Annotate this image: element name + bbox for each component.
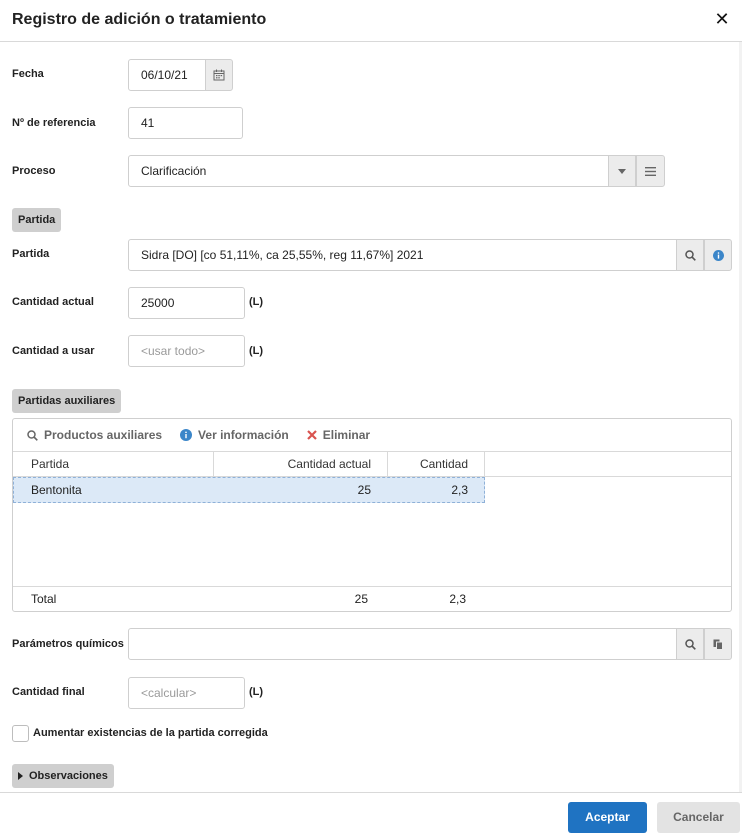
total-label: Total [31, 592, 57, 606]
proceso-dropdown-button[interactable] [608, 155, 636, 187]
cantidad-final-label: Cantidad final [12, 686, 85, 698]
aumentar-existencias-label: Aumentar existencias de la partida corre… [33, 727, 268, 739]
proceso-list-button[interactable] [636, 155, 665, 187]
column-header-partida[interactable]: Partida [13, 452, 214, 476]
proceso-label: Proceso [12, 165, 56, 177]
auxiliares-grid: Productos auxiliares Ver información Eli… [12, 418, 732, 612]
copy-icon [713, 639, 723, 650]
cantidad-final-input[interactable]: <calcular> [128, 677, 245, 709]
dialog-header: Registro de adición o tratamiento ✕ [0, 0, 742, 42]
cancel-button[interactable]: Cancelar [657, 802, 740, 833]
grid-header: Partida Cantidad actual Cantidad [13, 451, 731, 477]
dialog-footer: Aceptar Cancelar [0, 792, 742, 835]
info-icon [180, 429, 193, 441]
total-cantidad-actual: 25 [354, 592, 368, 606]
cantidad-final-unit: (L) [249, 686, 264, 698]
caret-right-icon [18, 772, 23, 780]
cell-partida: Bentonita [31, 483, 82, 497]
info-icon [712, 249, 724, 261]
close-icon[interactable]: ✕ [714, 9, 730, 29]
column-header-cantidad-actual[interactable]: Cantidad actual [214, 452, 388, 476]
ver-informacion-label: Ver información [198, 428, 289, 442]
ver-informacion-button[interactable]: Ver información [180, 428, 289, 442]
proceso-select[interactable]: Clarificación [128, 155, 609, 187]
cantidad-usar-unit: (L) [249, 345, 264, 357]
eliminar-button[interactable]: Eliminar [306, 428, 371, 442]
cantidad-usar-input[interactable]: <usar todo> [128, 335, 245, 367]
table-row[interactable]: Bentonita 25 2,3 [13, 477, 485, 503]
parametros-input[interactable] [128, 628, 677, 660]
productos-auxiliares-button[interactable]: Productos auxiliares [27, 428, 162, 442]
aumentar-existencias-checkbox[interactable] [12, 725, 29, 742]
referencia-label: Nº de referencia [12, 117, 96, 129]
auxiliares-section-header: Partidas auxiliares [12, 389, 122, 413]
accept-button[interactable]: Aceptar [568, 802, 647, 833]
parametros-label: Parámetros químicos [12, 638, 124, 650]
total-cantidad: 2,3 [449, 592, 466, 606]
cell-cantidad: 2,3 [451, 483, 468, 497]
dialog-title: Registro de adición o tratamiento [12, 11, 267, 28]
partida-search-button[interactable] [676, 239, 704, 271]
fecha-input[interactable]: 06/10/21 [128, 59, 206, 91]
cantidad-actual-label: Cantidad actual [12, 296, 94, 308]
productos-auxiliares-label: Productos auxiliares [44, 428, 163, 442]
cantidad-usar-label: Cantidad a usar [12, 345, 95, 357]
eliminar-label: Eliminar [322, 428, 371, 442]
grid-footer: Total 25 2,3 [13, 586, 731, 611]
parametros-search-button[interactable] [676, 628, 704, 660]
search-icon [684, 249, 696, 261]
fecha-label: Fecha [12, 68, 44, 80]
grid-toolbar: Productos auxiliares Ver información Eli… [13, 419, 731, 451]
cantidad-actual-unit: (L) [249, 296, 264, 308]
partida-section-header: Partida [12, 208, 62, 232]
partida-info-button[interactable] [704, 239, 732, 271]
cantidad-actual-input[interactable]: 25000 [128, 287, 245, 319]
search-icon [684, 638, 696, 650]
partida-label: Partida [12, 248, 50, 260]
search-icon [27, 429, 38, 441]
delete-x-icon [306, 430, 317, 440]
partida-input[interactable]: Sidra [DO] [co 51,11%, ca 25,55%, reg 11… [128, 239, 677, 271]
referencia-input[interactable]: 41 [128, 107, 243, 139]
calendar-button[interactable] [205, 59, 233, 91]
observaciones-section-header[interactable]: Observaciones [12, 764, 114, 788]
caret-down-icon [618, 168, 626, 174]
list-icon [645, 166, 656, 176]
observaciones-label: Observaciones [29, 770, 108, 782]
column-header-cantidad[interactable]: Cantidad [388, 452, 485, 476]
calendar-icon [213, 69, 225, 81]
parametros-copy-button[interactable] [704, 628, 732, 660]
cell-cantidad-actual: 25 [357, 483, 371, 497]
